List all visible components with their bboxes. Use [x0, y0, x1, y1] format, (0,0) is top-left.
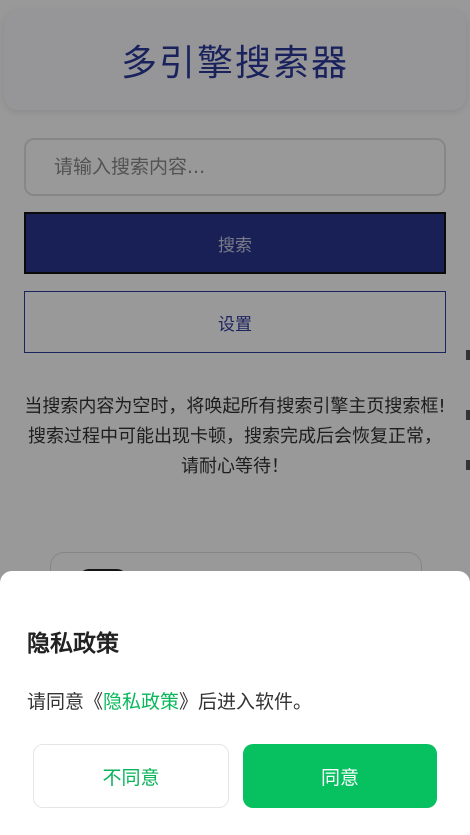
agree-button-label: 同意 [320, 766, 359, 789]
disagree-button-label: 不同意 [102, 766, 160, 789]
privacy-message: 请同意《隐私政策》后进入软件。 [27, 687, 312, 714]
privacy-text-before: 请同意《 [27, 691, 104, 713]
privacy-text-after: 》后进入软件。 [179, 691, 313, 713]
agree-button[interactable]: 同意 [243, 744, 437, 808]
app-root: 多引擎搜索器 搜索 设置 当搜索内容为空时，将唤起所有搜索引擎主页搜索框! 搜索… [0, 0, 470, 835]
privacy-policy-link[interactable]: 隐私政策 [103, 691, 179, 713]
disagree-button[interactable]: 不同意 [33, 744, 229, 808]
privacy-title: 隐私政策 [27, 631, 119, 657]
